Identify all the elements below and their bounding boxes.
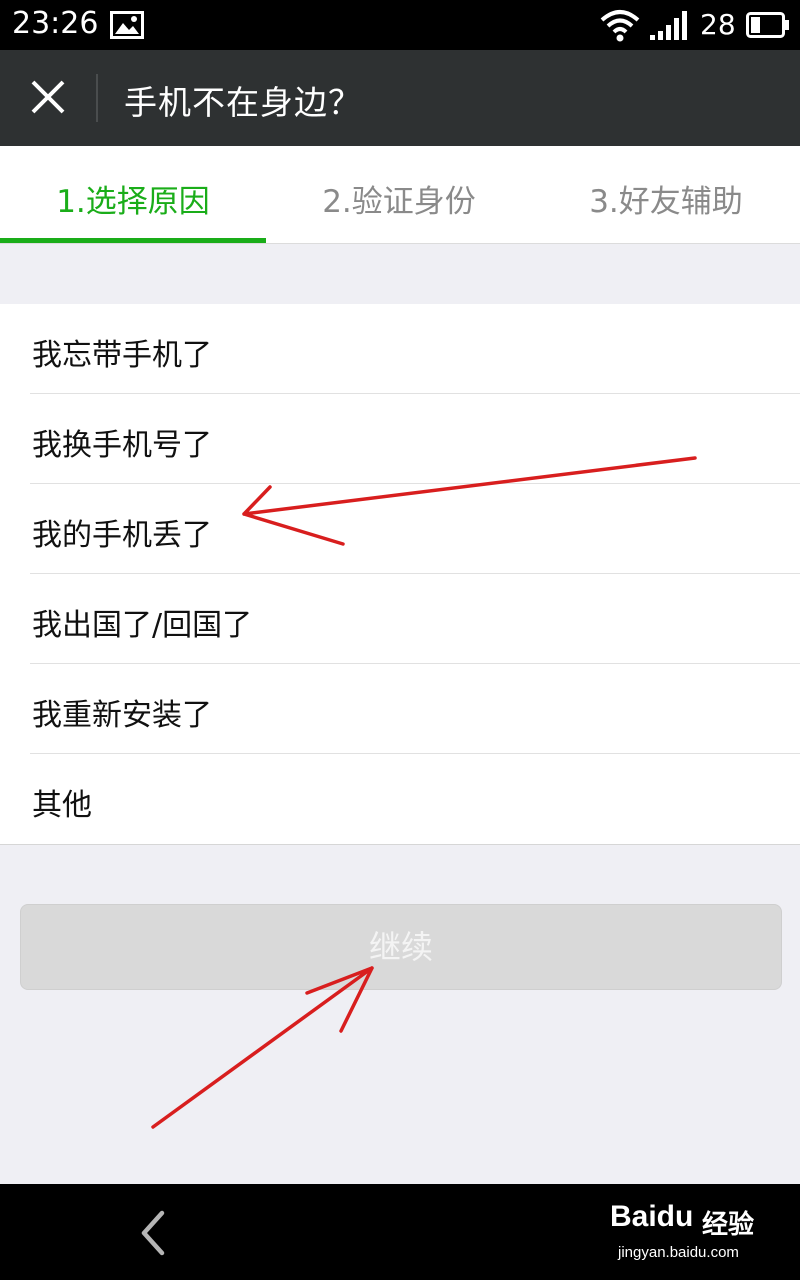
continue-button[interactable]: 继续 [20, 904, 782, 990]
reason-item-forgot-phone[interactable]: 我忘带手机了 [30, 304, 800, 394]
watermark-brand: Baidu [610, 1200, 694, 1233]
status-time: 23:26 [12, 6, 99, 41]
close-icon[interactable] [22, 74, 74, 122]
list-item-label: 我重新安装了 [32, 698, 212, 733]
title-divider [96, 74, 98, 122]
annotation-arrow-lower [151, 966, 374, 1129]
watermark-product: 经验 [702, 1210, 755, 1240]
reason-item-lost-phone[interactable]: 我的手机丢了 [30, 484, 800, 574]
baidu-watermark: Baidu 经验 jingyan.baidu.com [596, 1192, 796, 1272]
list-item-label: 其他 [32, 788, 92, 823]
battery-icon [746, 12, 789, 38]
page-title: 手机不在身边？ [124, 83, 362, 122]
reason-list: 我忘带手机了 我换手机号了 我的手机丢了 我出国了/回国了 我重新安装了 其他 [0, 304, 800, 845]
image-notification-icon [110, 11, 144, 39]
title-bar: 手机不在身边？ [0, 50, 800, 146]
list-item-label: 我换手机号了 [32, 428, 212, 463]
reason-item-abroad[interactable]: 我出国了/回国了 [30, 574, 800, 664]
tab-verify-identity[interactable]: 2.验证身份 [266, 146, 532, 243]
signal-icon [650, 11, 687, 40]
reason-item-reinstalled[interactable]: 我重新安装了 [30, 664, 800, 754]
reason-item-other[interactable]: 其他 [30, 754, 800, 843]
back-arrow-icon[interactable] [132, 1208, 176, 1258]
list-item-label: 我的手机丢了 [32, 518, 212, 553]
list-item-label: 我忘带手机了 [32, 338, 212, 373]
watermark-url: jingyan.baidu.com [618, 1244, 739, 1261]
step-tabs: 1.选择原因 2.验证身份 3.好友辅助 [0, 146, 800, 244]
nav-bar: Baidu 经验 jingyan.baidu.com [0, 1184, 800, 1280]
battery-level: 28 [700, 8, 736, 41]
tab-select-reason[interactable]: 1.选择原因 [0, 146, 266, 243]
wifi-icon [600, 10, 640, 42]
tab-friend-assist[interactable]: 3.好友辅助 [533, 146, 799, 243]
list-item-label: 我出国了/回国了 [32, 608, 253, 643]
reason-item-changed-number[interactable]: 我换手机号了 [30, 394, 800, 484]
status-bar: 23:26 28 [0, 0, 800, 50]
